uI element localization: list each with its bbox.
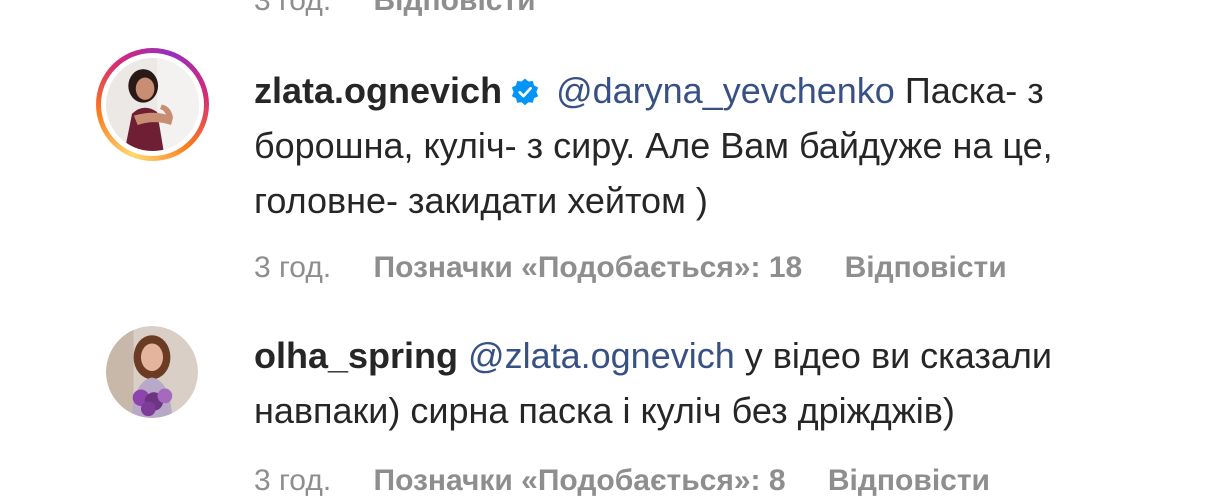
comment-time: 3 год. — [254, 251, 332, 284]
comment-meta-row: 3 год. Позначки «Подобається»: 18 Відпов… — [254, 253, 1007, 283]
comment-text: zlata.ognevich @daryna_yevchenko Паска- … — [254, 63, 1053, 228]
comment-meta-row-top: 3 год. Відповісти — [254, 0, 536, 16]
comment-time: 3 год. — [254, 0, 332, 17]
comment-body-line: головне- закидати хейтом ) — [254, 180, 708, 221]
comment-body-line: у відео ви сказали — [744, 335, 1052, 376]
likes-count-button[interactable]: Позначки «Подобається»: 8 — [374, 464, 786, 497]
comment-body-line: навпаки) сирна паска і куліч без дріжджі… — [254, 390, 955, 431]
comment-meta-row: 3 год. Позначки «Подобається»: 8 Відпові… — [254, 466, 990, 496]
profile-photo-woman-flowers-icon — [106, 326, 198, 418]
reply-button[interactable]: Відповісти — [845, 251, 1007, 284]
username[interactable]: olha_spring — [254, 335, 458, 376]
likes-count-button[interactable]: Позначки «Подобається»: 18 — [374, 251, 803, 284]
comment-body-line: Паска- з — [904, 70, 1044, 111]
comment-body-line: борошна, кулiч- з сиру. Але Вам байдуже … — [254, 125, 1053, 166]
mention-link[interactable]: @zlata.ognevich — [468, 335, 735, 376]
comment-text: olha_spring @zlata.ognevich у відео ви с… — [254, 328, 1052, 438]
avatar[interactable] — [96, 48, 209, 161]
reply-button[interactable]: Відповісти — [374, 0, 536, 17]
mention-link[interactable]: @daryna_yevchenko — [556, 70, 895, 111]
verified-badge-icon — [511, 78, 539, 106]
profile-photo-woman-dark-hair-icon — [106, 58, 199, 151]
comment-time: 3 год. — [254, 464, 332, 497]
username[interactable]: zlata.ognevich — [254, 70, 502, 111]
avatar[interactable] — [106, 326, 198, 418]
reply-button[interactable]: Відповісти — [828, 464, 990, 497]
